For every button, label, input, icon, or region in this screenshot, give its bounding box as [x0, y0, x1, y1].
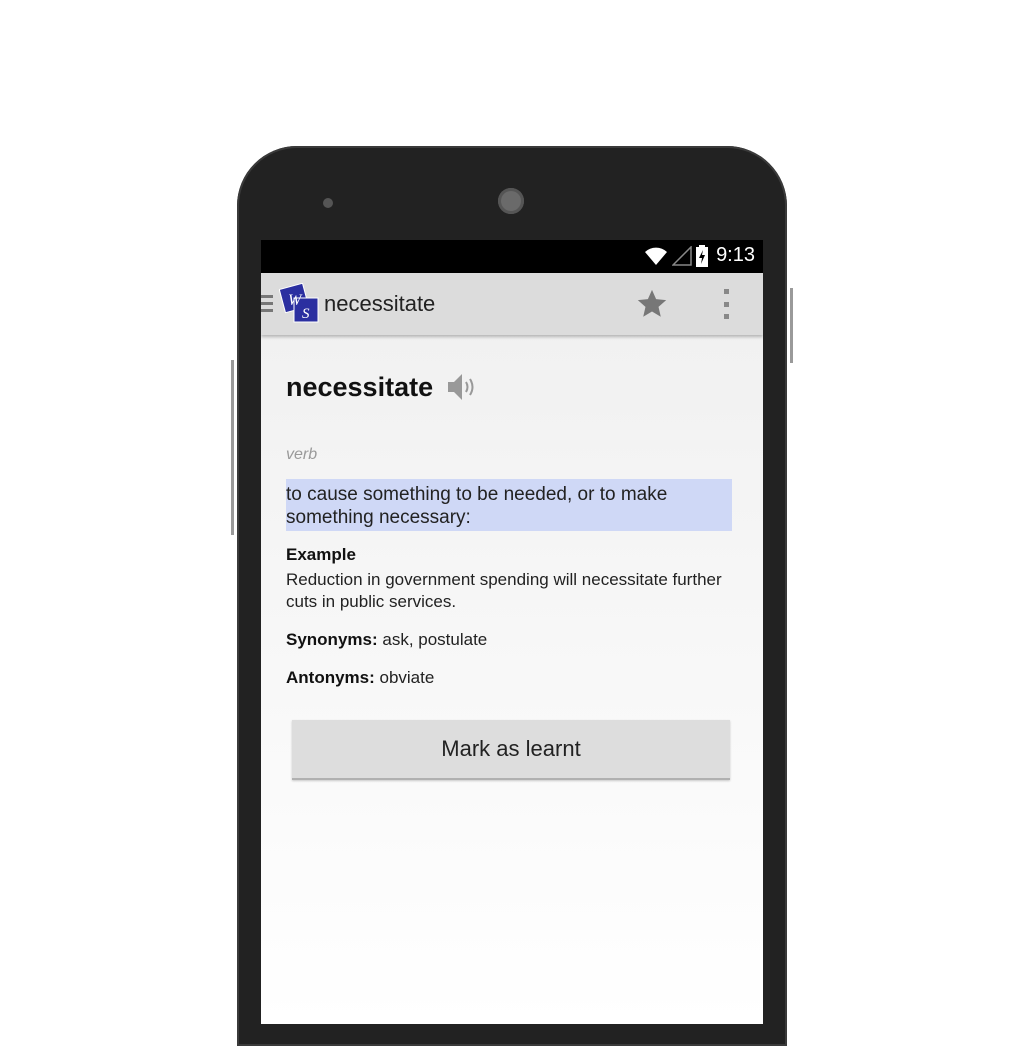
app-bar-title: necessitate — [324, 291, 436, 316]
antonyms-row: Antonyms: obviate — [286, 668, 434, 688]
speaker-icon[interactable] — [445, 370, 479, 404]
part-of-speech: verb — [286, 446, 318, 463]
power-button — [790, 288, 793, 363]
logo-letter-s: S — [302, 306, 310, 322]
front-camera — [498, 188, 524, 214]
mark-as-learnt-button[interactable]: Mark as learnt — [292, 720, 730, 780]
hamburger-menu-icon[interactable] — [261, 295, 273, 315]
synonyms-value: ask, postulate — [382, 630, 488, 649]
proximity-sensor — [323, 198, 333, 208]
clock: 9:13 — [716, 244, 755, 266]
battery-charging-icon — [696, 244, 709, 267]
signal-icon — [672, 245, 692, 266]
star-icon[interactable] — [633, 285, 671, 323]
logo-letter-w: W — [288, 292, 303, 309]
example-text: Reduction in government spending will ne… — [286, 570, 722, 611]
antonyms-value: obviate — [379, 668, 435, 687]
status-bar: 9:13 — [261, 240, 763, 273]
screen: 9:13 W S necessitate necessitate verb to… — [261, 240, 763, 1024]
synonyms-row: Synonyms: ask, postulate — [286, 630, 487, 650]
example-label: Example — [286, 545, 356, 564]
volume-button — [231, 360, 234, 535]
app-logo-icon[interactable]: W S — [278, 282, 321, 325]
wifi-icon — [644, 246, 668, 266]
synonyms-label: Synonyms: — [286, 630, 383, 649]
word-heading: necessitate — [286, 371, 434, 402]
definition-text: to cause something to be needed, or to m… — [286, 479, 732, 531]
antonyms-label: Antonyms: — [286, 668, 380, 687]
word-header: necessitate — [286, 370, 479, 404]
app-bar: W S necessitate — [261, 273, 763, 335]
overflow-menu-icon[interactable] — [713, 287, 739, 321]
